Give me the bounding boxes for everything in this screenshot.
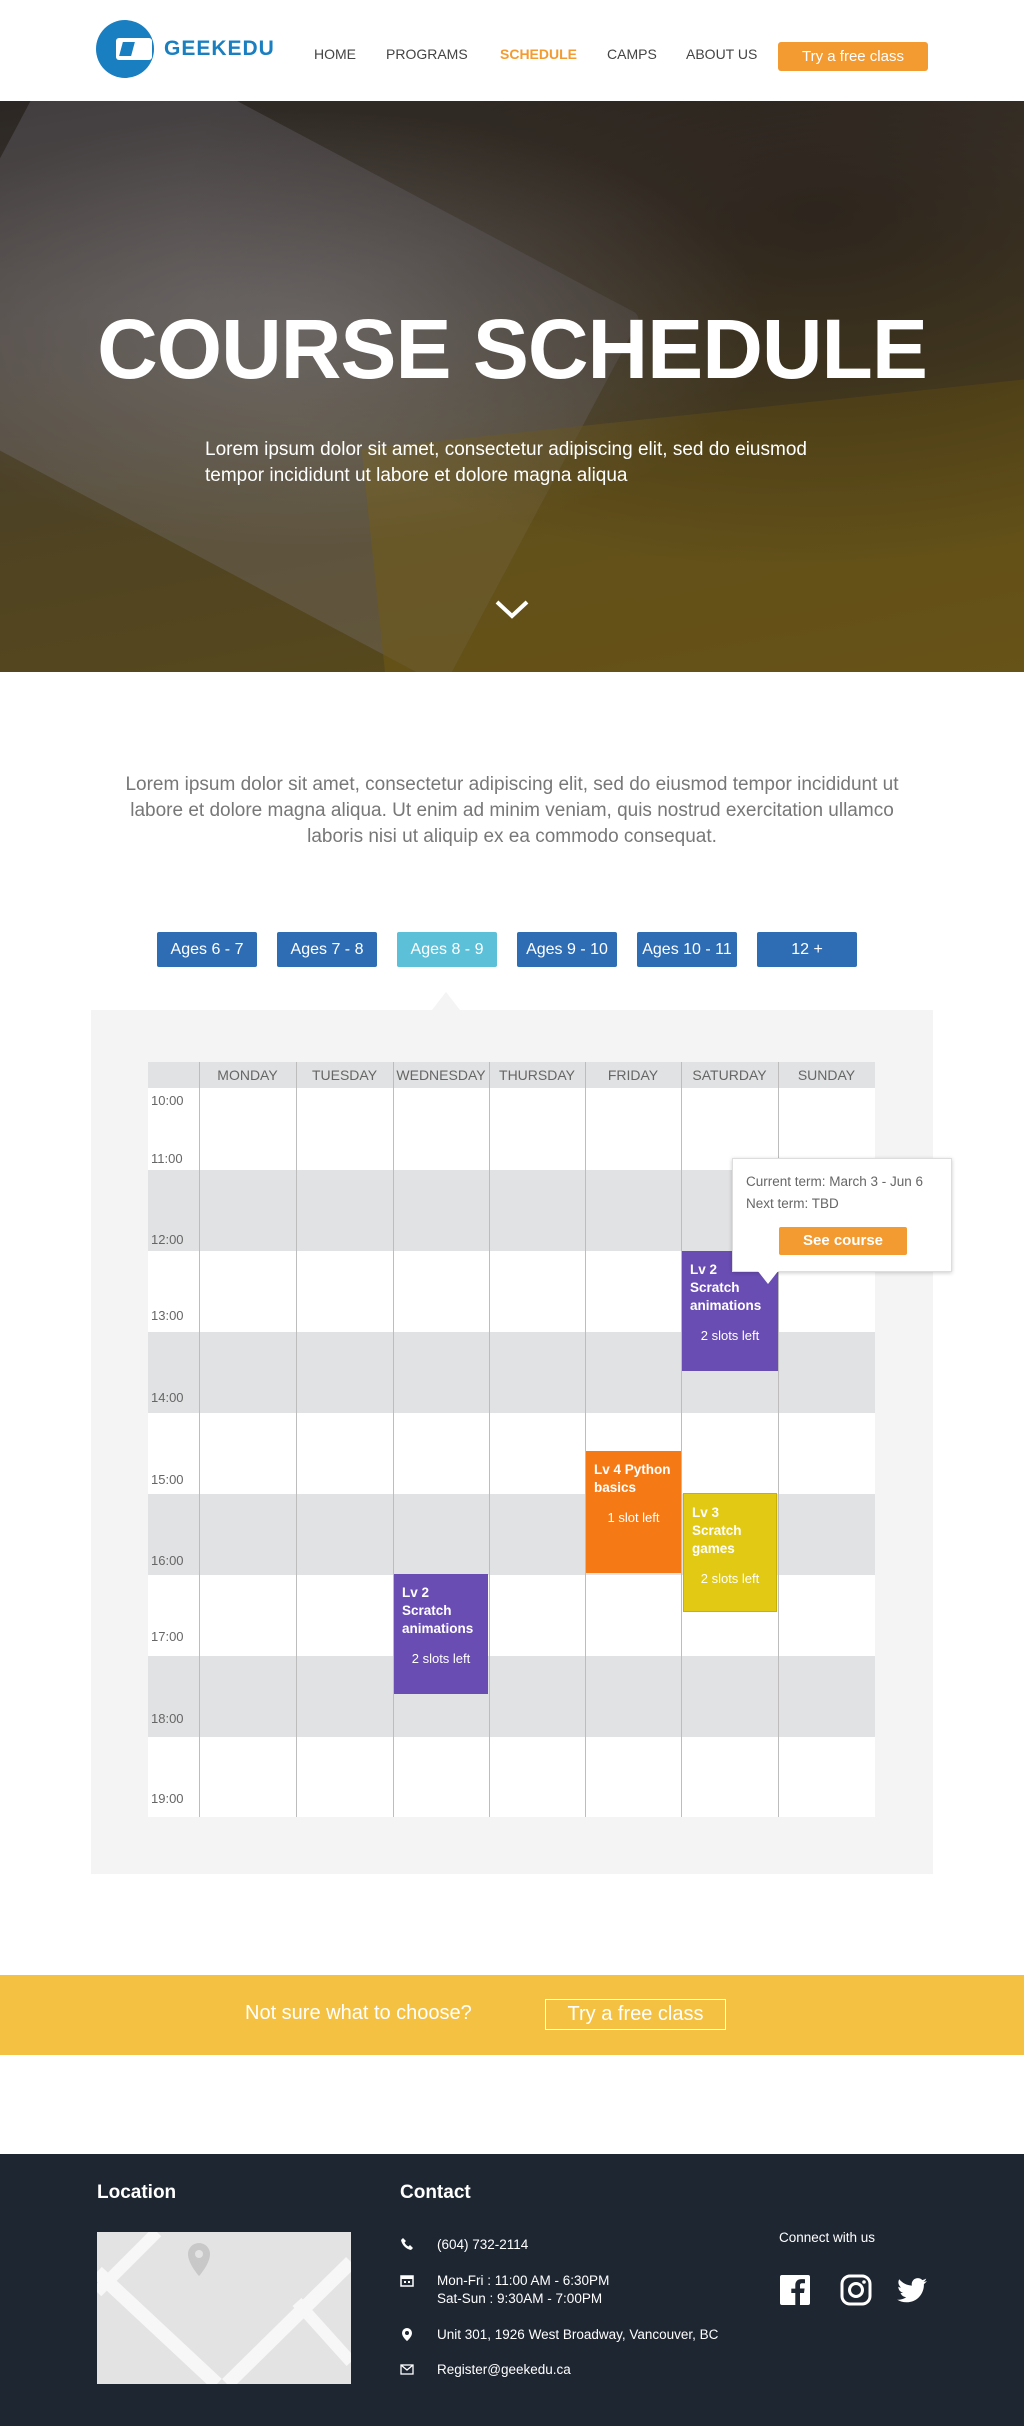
day-friday: FRIDAY — [607, 1067, 659, 1083]
site-header: GEEKEDU HOME PROGRAMS SCHEDULE CAMPS ABO… — [0, 0, 1024, 101]
time-label: 15:00 — [151, 1472, 184, 1487]
next-term: Next term: TBD — [746, 1196, 839, 1211]
event-name: Lv 3 Scratch games — [692, 1505, 742, 1556]
time-label: 13:00 — [151, 1308, 184, 1323]
nav-programs[interactable]: PROGRAMS — [386, 46, 468, 62]
envelope-icon — [400, 2362, 416, 2378]
event-slots: 2 slots left — [700, 1571, 760, 1586]
time-label: 14:00 — [151, 1390, 184, 1405]
nav-home[interactable]: HOME — [314, 46, 356, 62]
nav-schedule[interactable]: SCHEDULE — [500, 46, 577, 62]
event-name: Lv 2 Scratch animations — [402, 1585, 474, 1636]
day-sunday: SUNDAY — [797, 1067, 856, 1083]
calendar-icon — [400, 2273, 416, 2289]
time-label: 17:00 — [151, 1629, 184, 1644]
cta-banner: Not sure what to choose? Try a free clas… — [0, 1975, 1024, 2055]
day-saturday: SATURDAY — [692, 1067, 767, 1083]
popup-pointer — [757, 1270, 779, 1284]
day-thursday: THURSDAY — [499, 1067, 575, 1083]
contact-heading: Contact — [400, 2182, 471, 2203]
connect-label: Connect with us — [779, 2230, 876, 2245]
time-label: 12:00 — [151, 1232, 184, 1247]
event-slots: 1 slot left — [607, 1510, 660, 1525]
event-name: Lv 4 Python basics — [594, 1462, 671, 1495]
hero-subtitle: Lorem ipsum dolor sit amet, consectetur … — [205, 439, 807, 486]
tab-ages-6-7[interactable]: Ages 6 - 7 — [157, 932, 257, 967]
phone-icon — [400, 2237, 416, 2253]
course-popup: Current term: March 3 - Jun 6 Next term:… — [732, 1158, 952, 1272]
current-term: Current term: March 3 - Jun 6 — [746, 1174, 924, 1189]
chevron-down-icon[interactable] — [494, 597, 530, 621]
active-tab-pointer — [432, 992, 460, 1010]
day-wednesday: WEDNESDAY — [396, 1067, 486, 1083]
tab-ages-8-9[interactable]: Ages 8 - 9 — [397, 932, 497, 967]
hero-banner: COURSE SCHEDULE Lorem ipsum dolor sit am… — [0, 101, 1024, 672]
location-heading: Location — [97, 2182, 177, 2203]
tab-ages-10-11[interactable]: Ages 10 - 11 — [637, 932, 737, 967]
tab-ages-7-8[interactable]: Ages 7 - 8 — [277, 932, 377, 967]
day-monday: MONDAY — [217, 1067, 278, 1083]
twitter-icon[interactable] — [896, 2274, 928, 2306]
cta-text: Not sure what to choose? — [245, 2002, 472, 2024]
intro-text: Lorem ipsum dolor sit amet, consectetur … — [125, 774, 899, 847]
time-label: 19:00 — [151, 1791, 184, 1806]
day-tuesday: TUESDAY — [311, 1067, 378, 1083]
nav-about-us[interactable]: ABOUT US — [686, 46, 757, 62]
tab-ages-12-plus[interactable]: 12 + — [757, 932, 857, 967]
location-map[interactable] — [97, 2232, 351, 2384]
hero-title: COURSE SCHEDULE — [97, 302, 928, 396]
time-label: 18:00 — [151, 1711, 184, 1726]
event-card[interactable]: Lv 2 Scratch animations 2 slots left — [394, 1574, 488, 1694]
time-label: 10:00 — [151, 1093, 184, 1108]
event-card[interactable]: Lv 3 Scratch games 2 slots left — [683, 1493, 777, 1612]
event-slots: 2 slots left — [700, 1328, 760, 1343]
facebook-icon[interactable] — [779, 2274, 811, 2306]
site-footer: Location Contact (604) 732-2114 Mon-Fri … — [0, 2154, 1024, 2426]
time-label: 16:00 — [151, 1553, 184, 1568]
cta-try-free-class-button[interactable]: Try a free class — [545, 1999, 726, 2030]
map-marker-icon — [400, 2327, 416, 2343]
tab-ages-9-10[interactable]: Ages 9 - 10 — [517, 932, 617, 967]
nav-camps[interactable]: CAMPS — [607, 46, 657, 62]
event-card[interactable]: Lv 4 Python basics 1 slot left — [586, 1451, 681, 1573]
instagram-icon[interactable] — [840, 2274, 872, 2306]
event-slots: 2 slots left — [411, 1651, 471, 1666]
see-course-button[interactable]: See course — [779, 1227, 907, 1255]
try-free-class-button[interactable]: Try a free class — [778, 42, 928, 71]
time-label: 11:00 — [151, 1151, 183, 1166]
